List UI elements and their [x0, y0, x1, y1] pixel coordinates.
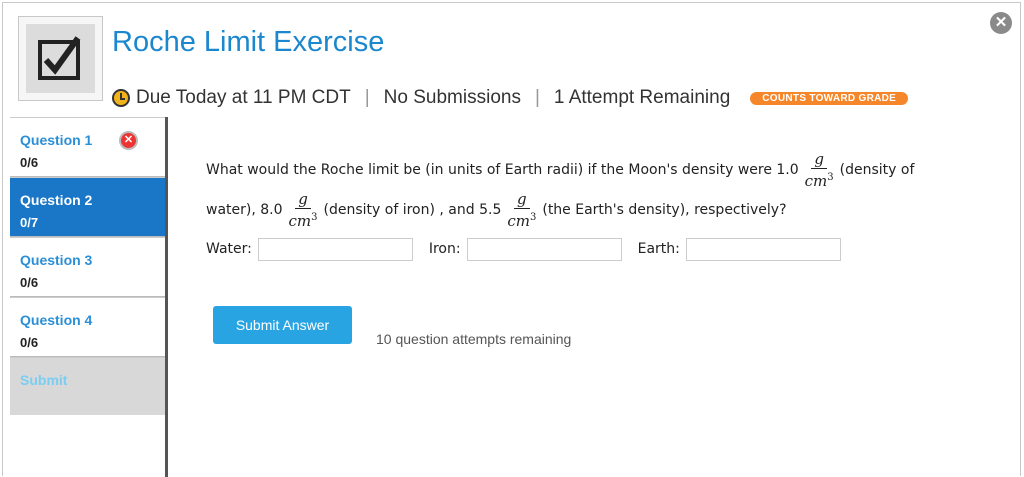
page-title: Roche Limit Exercise	[112, 26, 385, 58]
sidebar-item-question-3[interactable]: Question 3 0/6	[10, 237, 165, 297]
sidebar-item-score: 0/6	[20, 335, 39, 350]
error-icon: ✕	[119, 131, 138, 150]
question-text: (density of iron) , and 5.5	[323, 202, 502, 218]
unit-fraction: g cm3	[805, 150, 834, 190]
question-text: water), 8.0	[206, 202, 283, 218]
sidebar-item-label: Question 2	[20, 192, 93, 208]
water-label: Water:	[206, 241, 252, 257]
attempts-remaining: 1 Attempt Remaining	[553, 87, 731, 108]
separator: |	[534, 87, 540, 108]
unit-denominator: cm3	[289, 209, 318, 230]
unit-numerator: g	[811, 150, 827, 169]
question-sidebar: Question 1 0/6 ✕ Question 2 0/7 Question…	[10, 117, 168, 477]
due-date: Due Today at 11 PM CDT	[136, 87, 351, 108]
assignment-icon	[18, 16, 103, 101]
unit-numerator: g	[295, 190, 311, 209]
unit-exponent: 3	[529, 211, 537, 223]
clock-icon	[112, 89, 130, 107]
water-input[interactable]	[257, 237, 413, 261]
unit-denominator: cm3	[805, 169, 834, 190]
sidebar-item-score: 0/7	[20, 215, 39, 230]
assignment-meta: Due Today at 11 PM CDT | No Submissions …	[112, 86, 909, 110]
unit-base: cm	[288, 211, 312, 230]
sidebar-item-score: 0/6	[20, 275, 39, 290]
question-text: What would the Roche limit be (in units …	[206, 162, 799, 178]
sidebar-item-question-4[interactable]: Question 4 0/6	[10, 297, 165, 357]
attempts-note: 10 question attempts remaining	[376, 331, 572, 347]
question-text: (the Earth's density), respectively?	[542, 202, 787, 218]
unit-fraction: g cm3	[507, 190, 536, 230]
sidebar-item-score: 0/6	[20, 155, 39, 170]
sidebar-item-question-1[interactable]: Question 1 0/6 ✕	[10, 117, 165, 177]
answer-fields: Water: Iron: Earth:	[206, 237, 986, 261]
sidebar-item-label: Question 4	[20, 312, 93, 328]
unit-base: cm	[804, 171, 828, 190]
sidebar-item-label: Question 3	[20, 252, 93, 268]
unit-numerator: g	[514, 190, 530, 209]
grade-badge: COUNTS TOWARD GRADE	[750, 91, 909, 105]
unit-exponent: 3	[311, 211, 318, 223]
question-line-1: What would the Roche limit be (in units …	[206, 150, 986, 190]
submissions-status: No Submissions	[383, 87, 521, 108]
iron-input[interactable]	[466, 237, 622, 261]
earth-label: Earth:	[637, 241, 680, 257]
unit-denominator: cm3	[507, 209, 536, 230]
submit-answer-button[interactable]: Submit Answer	[213, 306, 352, 344]
unit-fraction: g cm3	[289, 190, 318, 230]
unit-exponent: 3	[827, 171, 834, 183]
sidebar-item-question-2[interactable]: Question 2 0/7	[10, 177, 165, 237]
close-icon[interactable]: ✕	[990, 12, 1012, 34]
iron-label: Iron:	[428, 241, 461, 257]
separator: |	[364, 87, 370, 108]
sidebar-submit[interactable]: Submit	[10, 357, 165, 415]
sidebar-submit-label: Submit	[20, 372, 68, 388]
question-text: (density of	[839, 162, 915, 178]
unit-base: cm	[507, 211, 530, 230]
question-line-2: water), 8.0 g cm3 (density of iron) , an…	[206, 190, 986, 230]
question-body: What would the Roche limit be (in units …	[206, 150, 986, 261]
earth-input[interactable]	[685, 237, 841, 261]
